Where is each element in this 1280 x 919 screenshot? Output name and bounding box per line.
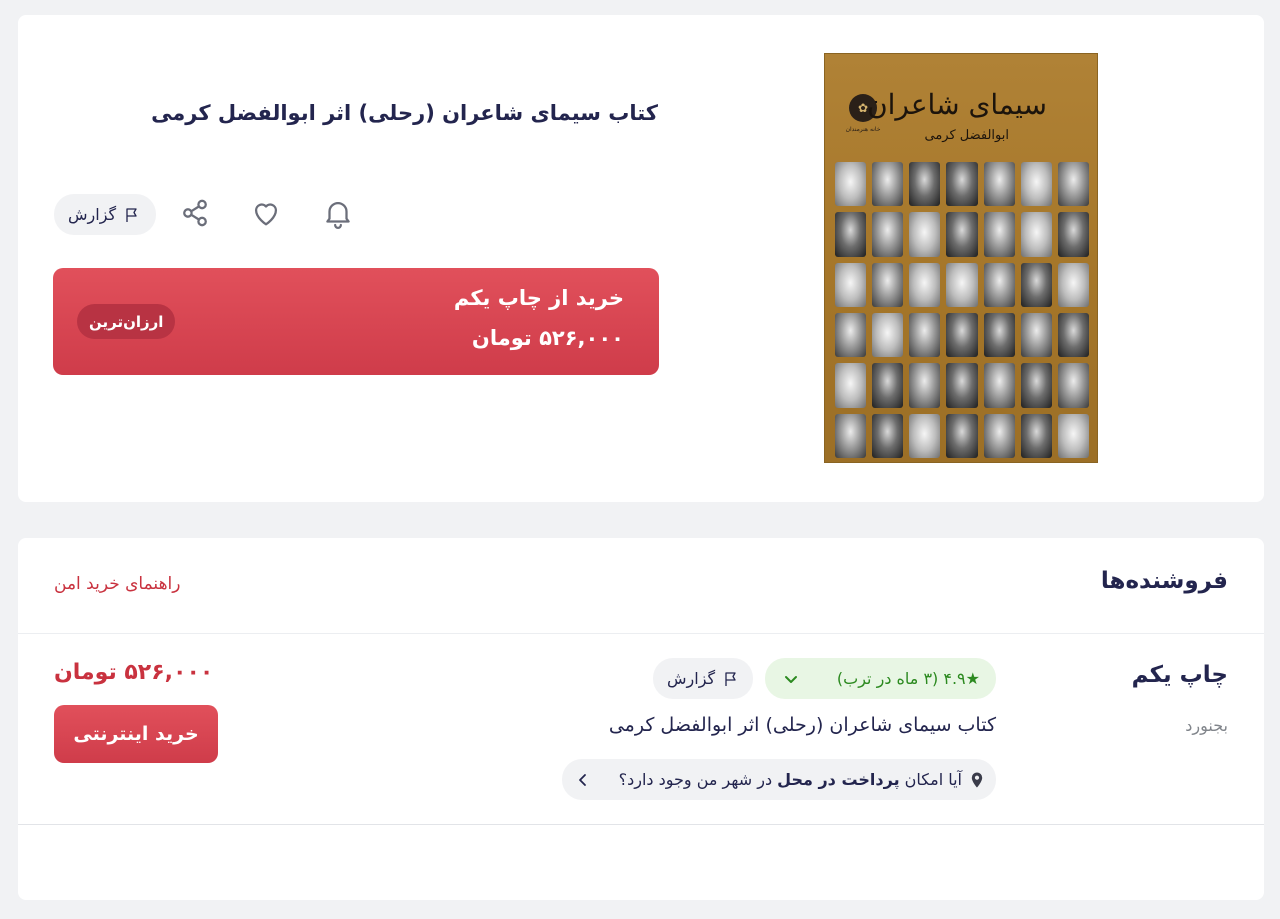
- cod-question-content: آیا امکان پرداخت در محل در شهر من وجود د…: [619, 770, 986, 789]
- portrait: [983, 212, 1015, 257]
- portrait: [1020, 212, 1052, 257]
- portrait: [983, 162, 1015, 207]
- location-pin-icon: [971, 772, 983, 787]
- cod-text-post: در شهر من وجود دارد؟: [618, 770, 778, 789]
- portrait: [872, 212, 904, 257]
- portrait: [835, 212, 867, 257]
- portrait: [983, 262, 1015, 307]
- portrait: [1020, 312, 1052, 358]
- heart-icon: [254, 203, 278, 226]
- cash-on-delivery-question[interactable]: آیا امکان پرداخت در محل در شهر من وجود د…: [562, 759, 996, 800]
- portrait: [909, 162, 941, 207]
- portrait: [983, 363, 1015, 408]
- seller-price: ۵۲۶,۰۰۰ تومان: [54, 660, 214, 685]
- chevron-left-icon: [579, 773, 586, 786]
- portrait: [946, 413, 978, 458]
- portrait: [946, 262, 978, 307]
- report-button[interactable]: گزارش: [54, 194, 157, 235]
- share-button[interactable]: [175, 193, 215, 233]
- cover-author: ابوالفضل کرمی: [924, 128, 1009, 143]
- portrait: [1020, 413, 1052, 458]
- product-title: کتاب سیمای شاعران (رحلی) اثر ابوالفضل کر…: [151, 101, 658, 125]
- portrait: [946, 312, 978, 358]
- book-cover-image[interactable]: ✿ خانه هنرمندان سیمای شاعران ابوالفضل کر…: [824, 53, 1098, 463]
- seller-rating-toggle[interactable]: ★۴.۹ (۳ ماه در ترب): [765, 658, 996, 699]
- buy-box-price: ۵۲۶,۰۰۰ تومان: [471, 326, 624, 350]
- bell-icon: [326, 202, 350, 229]
- buy-from-seller-button[interactable]: خرید از چاپ یکم ۵۲۶,۰۰۰ تومان ارزان‌ترین: [53, 268, 659, 375]
- report-label: گزارش: [68, 205, 117, 224]
- portrait: [872, 363, 904, 408]
- online-buy-button[interactable]: خرید اینترنتی: [54, 705, 218, 763]
- portrait: [946, 363, 978, 408]
- notify-button[interactable]: [318, 193, 358, 233]
- portrait: [1057, 262, 1089, 307]
- seller-report-button[interactable]: گزارش: [653, 658, 754, 699]
- portrait: [872, 413, 904, 458]
- portrait: [1057, 162, 1089, 207]
- portrait: [983, 312, 1015, 358]
- portrait: [872, 162, 904, 207]
- cod-text-pre: آیا امکان: [899, 770, 962, 789]
- portrait: [1020, 162, 1052, 207]
- portrait: [1020, 363, 1052, 408]
- flag-icon: [725, 671, 736, 686]
- portrait: [909, 262, 941, 307]
- portrait: [1057, 312, 1089, 358]
- portrait: [909, 363, 941, 408]
- portrait: [946, 212, 978, 257]
- portrait: [983, 413, 1015, 458]
- chevron-down-icon: [785, 675, 797, 683]
- portrait: [872, 312, 904, 358]
- portrait: [1020, 262, 1052, 307]
- seller-product-title[interactable]: کتاب سیمای شاعران (رحلی) اثر ابوالفضل کر…: [609, 714, 996, 736]
- seller-report-label: گزارش: [667, 669, 716, 688]
- favorite-button[interactable]: [246, 193, 286, 233]
- divider: [18, 633, 1264, 634]
- portrait: [946, 162, 978, 207]
- product-card: ✿ خانه هنرمندان سیمای شاعران ابوالفضل کر…: [18, 15, 1264, 502]
- portrait: [909, 413, 941, 458]
- portrait: [835, 262, 867, 307]
- portrait: [909, 212, 941, 257]
- portrait: [835, 413, 867, 458]
- flag-icon: [126, 207, 137, 222]
- portrait: [1057, 413, 1089, 458]
- portrait: [1057, 363, 1089, 408]
- portrait: [1057, 212, 1089, 257]
- cod-question-text: آیا امکان پرداخت در محل در شهر من وجود د…: [619, 770, 962, 789]
- portrait: [835, 162, 867, 207]
- buy-box-title: خرید از چاپ یکم: [453, 286, 624, 310]
- portrait: [835, 363, 867, 408]
- portrait: [872, 262, 904, 307]
- portrait: [835, 312, 867, 358]
- portrait: [909, 312, 941, 358]
- seller-rating: ★۴.۹ (۳ ماه در ترب): [836, 669, 980, 688]
- cod-text-bold: پرداخت در محل: [777, 770, 900, 789]
- seller-city: بجنورد: [1185, 716, 1228, 735]
- sellers-card: فروشنده‌ها راهنمای خرید امن چاپ یکم بجنو…: [18, 538, 1264, 900]
- share-icon: [183, 199, 207, 227]
- safe-purchase-guide-link[interactable]: راهنمای خرید امن: [54, 574, 180, 594]
- cover-portrait-grid: [835, 162, 1089, 458]
- sellers-heading: فروشنده‌ها: [1100, 568, 1228, 594]
- divider: [18, 824, 1264, 825]
- publisher-logo-caption: خانه هنرمندان: [845, 126, 881, 133]
- cheapest-badge: ارزان‌ترین: [77, 304, 176, 339]
- seller-name[interactable]: چاپ یکم: [1132, 662, 1228, 688]
- cover-title: سیمای شاعران: [867, 88, 1047, 121]
